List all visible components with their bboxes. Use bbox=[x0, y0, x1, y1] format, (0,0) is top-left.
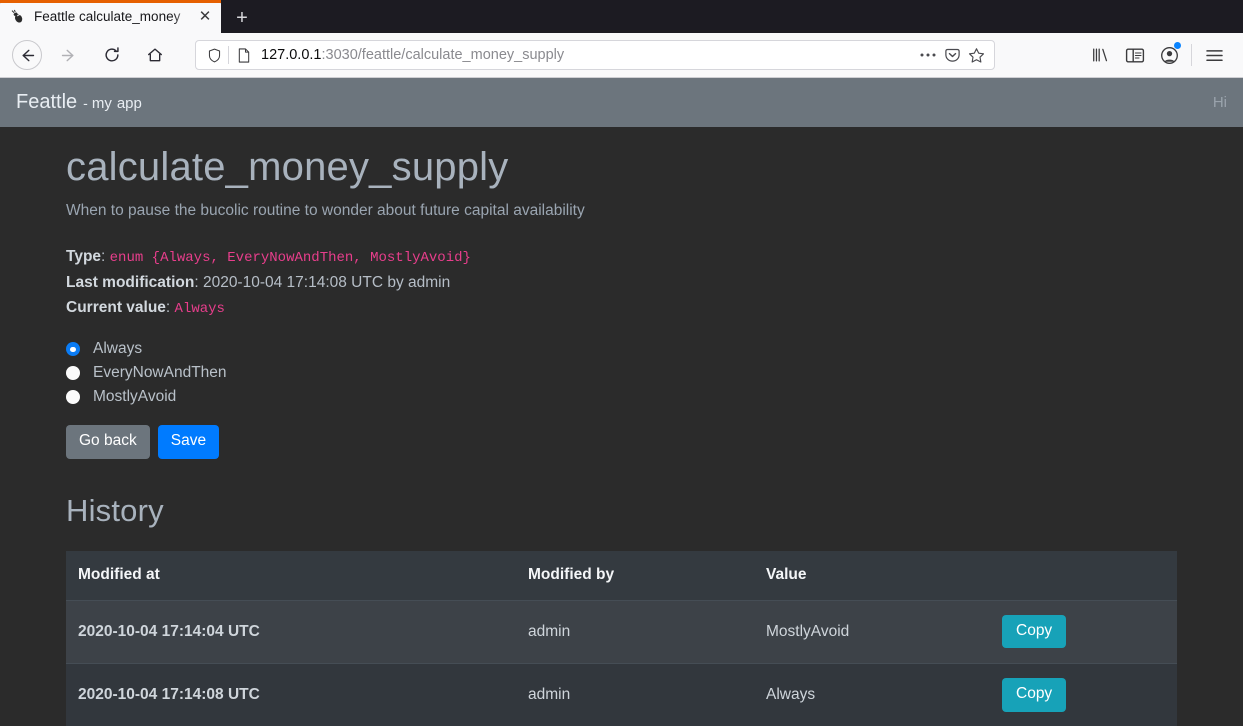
meta-current-colon: : bbox=[165, 298, 175, 316]
radio-indicator[interactable] bbox=[66, 366, 80, 381]
radio-label: EveryNowAndThen bbox=[93, 364, 227, 382]
history-table: Modified at Modified by Value 2020-10-04… bbox=[66, 551, 1177, 726]
meta-lastmod-colon: : bbox=[194, 273, 203, 291]
bug-icon bbox=[10, 9, 26, 25]
url-path: :3030/feattle/calculate_money_supply bbox=[321, 47, 565, 63]
table-row: 2020-10-04 17:14:08 UTC admin Always Cop… bbox=[66, 662, 1177, 726]
table-row: 2020-10-04 17:14:04 UTC admin MostlyAvoi… bbox=[66, 599, 1177, 664]
brand-separator: - bbox=[83, 95, 88, 111]
column-header-modified-at: Modified at bbox=[66, 551, 516, 601]
copy-button[interactable]: Copy bbox=[1002, 678, 1067, 712]
library-icon[interactable] bbox=[1084, 38, 1118, 72]
radio-option-mostlyavoid[interactable]: MostlyAvoid bbox=[66, 385, 1177, 409]
address-bar[interactable]: 127.0.0.1:3030/feattle/calculate_money_s… bbox=[195, 40, 995, 70]
brand[interactable]: Feattle - my app bbox=[16, 91, 142, 114]
cell-modified-by: admin bbox=[516, 662, 754, 726]
column-header-actions bbox=[990, 551, 1177, 601]
column-header-modified-by: Modified by bbox=[516, 551, 754, 601]
meta-type-label: Type bbox=[66, 248, 102, 265]
history-table-head: Modified at Modified by Value bbox=[66, 551, 1177, 601]
form-actions: Go back Save bbox=[66, 425, 1177, 460]
cell-actions: Copy bbox=[990, 599, 1177, 664]
cell-modified-at: 2020-10-04 17:14:04 UTC bbox=[66, 599, 516, 664]
meta-current-value: Always bbox=[174, 300, 225, 317]
meta-lastmod-row: Last modification: 2020-10-04 17:14:08 U… bbox=[66, 270, 1177, 295]
url-text[interactable]: 127.0.0.1:3030/feattle/calculate_money_s… bbox=[261, 47, 916, 63]
forward-button bbox=[51, 38, 85, 72]
menu-icon[interactable] bbox=[1197, 38, 1231, 72]
radio-option-always[interactable]: Always bbox=[66, 337, 1177, 361]
cell-actions: Copy bbox=[990, 662, 1177, 726]
content-container: calculate_money_supply When to pause the… bbox=[0, 127, 1243, 726]
history-table-body: 2020-10-04 17:14:04 UTC admin MostlyAvoi… bbox=[66, 599, 1177, 726]
back-button[interactable] bbox=[12, 40, 42, 70]
account-icon[interactable] bbox=[1152, 38, 1186, 72]
cell-value: MostlyAvoid bbox=[754, 599, 990, 664]
toolbar-divider bbox=[1191, 44, 1192, 66]
sidebar-icon[interactable] bbox=[1118, 38, 1152, 72]
page-content: Feattle - my app Hi calculate_money_suppl… bbox=[0, 78, 1243, 726]
table-header-row: Modified at Modified by Value bbox=[66, 551, 1177, 601]
column-header-value: Value bbox=[754, 551, 990, 601]
radio-indicator[interactable] bbox=[66, 390, 80, 405]
brand-subtitle-word-2: app bbox=[116, 95, 142, 112]
browser-window: Feattle calculate_money ✕ + 127.0.0.1:30… bbox=[0, 0, 1243, 726]
copy-button[interactable]: Copy bbox=[1002, 614, 1067, 649]
history-heading: History bbox=[66, 493, 164, 529]
new-tab-button[interactable]: + bbox=[223, 2, 261, 33]
close-icon[interactable]: ✕ bbox=[195, 7, 215, 27]
meta-current-label: Current value bbox=[66, 298, 166, 316]
browser-toolbar: 127.0.0.1:3030/feattle/calculate_money_s… bbox=[0, 33, 1243, 78]
cell-modified-by: admin bbox=[516, 599, 754, 664]
meta-type-row: Type: enum {Always, EveryNowAndThen, Mos… bbox=[66, 244, 1177, 270]
pocket-icon[interactable] bbox=[940, 47, 964, 64]
bookmark-star-icon[interactable] bbox=[964, 47, 988, 64]
browser-tab-active[interactable]: Feattle calculate_money ✕ bbox=[0, 0, 221, 33]
url-divider bbox=[228, 46, 229, 64]
brand-name: Feattle bbox=[16, 91, 78, 113]
page-title: calculate_money_supply bbox=[66, 145, 509, 189]
page-subtitle: When to pause the bucolic routine to won… bbox=[66, 202, 585, 219]
home-button[interactable] bbox=[138, 38, 172, 72]
page-actions-icon[interactable] bbox=[916, 52, 940, 58]
brand-subtitle: my app bbox=[92, 95, 142, 112]
browser-toolbar-right bbox=[1084, 38, 1235, 72]
cell-modified-at: 2020-10-04 17:14:08 UTC bbox=[66, 662, 516, 726]
shield-icon[interactable] bbox=[204, 48, 224, 63]
page-icon[interactable] bbox=[235, 47, 253, 63]
tab-title: Feattle calculate_money bbox=[34, 9, 181, 24]
radio-label: Always bbox=[93, 340, 143, 358]
tab-strip: Feattle calculate_money ✕ + bbox=[0, 0, 1243, 33]
radio-label: MostlyAvoid bbox=[93, 388, 177, 406]
meta-type-colon: : bbox=[101, 248, 110, 265]
navbar-greeting: Hi bbox=[1212, 94, 1227, 111]
meta-lastmod-label: Last modification bbox=[66, 273, 195, 291]
app-navbar: Feattle - my app Hi bbox=[0, 78, 1243, 127]
cell-value: Always bbox=[754, 662, 990, 726]
radio-option-everynowandthen[interactable]: EveryNowAndThen bbox=[66, 361, 1177, 385]
feature-metadata: Type: enum {Always, EveryNowAndThen, Mos… bbox=[66, 244, 1177, 320]
reload-button[interactable] bbox=[95, 38, 129, 72]
value-radio-group: Always EveryNowAndThen MostlyAvoid bbox=[66, 337, 1177, 409]
radio-indicator[interactable] bbox=[66, 342, 80, 357]
save-button[interactable]: Save bbox=[157, 425, 220, 460]
go-back-button[interactable]: Go back bbox=[66, 425, 150, 460]
meta-lastmod-value: 2020-10-04 17:14:08 UTC by admin bbox=[202, 273, 451, 291]
meta-type-value: enum {Always, EveryNowAndThen, MostlyAvo… bbox=[109, 250, 471, 266]
url-host: 127.0.0.1 bbox=[261, 47, 322, 63]
brand-subtitle-word-1: my bbox=[91, 95, 112, 112]
account-notification-dot bbox=[1174, 42, 1181, 49]
tab-active-accent bbox=[0, 0, 221, 3]
meta-current-row: Current value: Always bbox=[66, 295, 1177, 321]
